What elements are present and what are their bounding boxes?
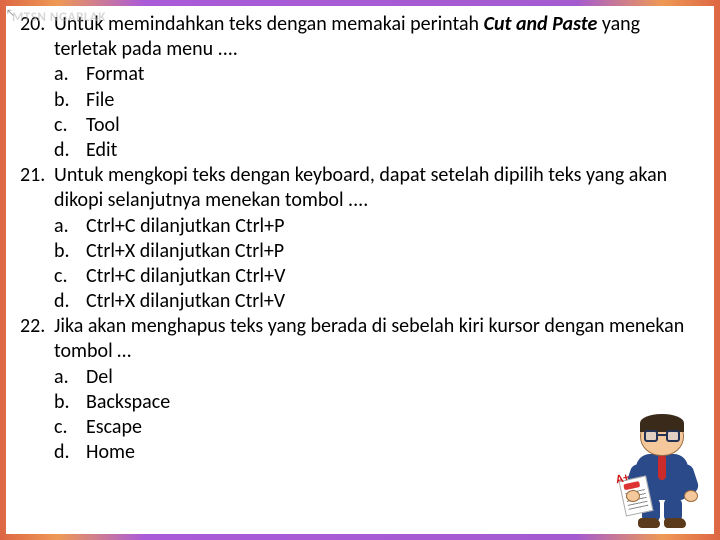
- option-letter: b.: [54, 239, 86, 264]
- option-row: b.File: [54, 88, 700, 113]
- option-letter: a.: [54, 62, 86, 87]
- option-row: c.Escape: [54, 415, 700, 440]
- option-row: d.Ctrl+X dilanjutkan Ctrl+V: [54, 289, 700, 314]
- question-list: 20. Untuk memindahkan teks dengan memaka…: [20, 12, 700, 465]
- question-text: Jika akan menghapus teks yang berada di …: [54, 314, 700, 364]
- option-text: File: [86, 88, 700, 113]
- mascot-icon: A+: [622, 416, 702, 526]
- option-letter: d.: [54, 138, 86, 163]
- q20-text-emph: Cut and Paste: [484, 12, 598, 36]
- option-letter: c.: [54, 113, 86, 138]
- slide-inner: ↖ MTSN NGABLAK 20. Untuk memindahkan tek…: [6, 6, 714, 534]
- option-row: d.Home: [54, 440, 700, 465]
- question-22-options: a.Del b.Backspace c.Escape d.Home: [54, 365, 700, 466]
- option-text: Format: [86, 62, 700, 87]
- question-22: 22. Jika akan menghapus teks yang berada…: [20, 314, 700, 364]
- option-letter: c.: [54, 264, 86, 289]
- option-text: Ctrl+C dilanjutkan Ctrl+V: [86, 264, 700, 289]
- question-number: 21.: [20, 163, 54, 213]
- option-letter: c.: [54, 415, 86, 440]
- option-row: c.Ctrl+C dilanjutkan Ctrl+V: [54, 264, 700, 289]
- option-letter: b.: [54, 390, 86, 415]
- option-letter: a.: [54, 365, 86, 390]
- question-20-options: a.Format b.File c.Tool d.Edit: [54, 62, 700, 163]
- option-text: Edit: [86, 138, 700, 163]
- question-20: 20. Untuk memindahkan teks dengan memaka…: [20, 12, 700, 62]
- option-text: Backspace: [86, 390, 700, 415]
- option-row: b.Backspace: [54, 390, 700, 415]
- option-text: Tool: [86, 113, 700, 138]
- grade-badge: A+: [615, 471, 631, 487]
- question-21-options: a.Ctrl+C dilanjutkan Ctrl+P b.Ctrl+X dil…: [54, 214, 700, 315]
- option-row: b.Ctrl+X dilanjutkan Ctrl+P: [54, 239, 700, 264]
- question-text: Untuk mengkopi teks dengan keyboard, dap…: [54, 163, 700, 213]
- watermark-text: MTSN NGABLAK: [12, 10, 106, 25]
- option-text: Home: [86, 440, 700, 465]
- option-row: c.Tool: [54, 113, 700, 138]
- option-row: a.Format: [54, 62, 700, 87]
- option-text: Ctrl+C dilanjutkan Ctrl+P: [86, 214, 700, 239]
- option-text: Del: [86, 365, 700, 390]
- option-text: Escape: [86, 415, 700, 440]
- option-letter: b.: [54, 88, 86, 113]
- option-text: Ctrl+X dilanjutkan Ctrl+P: [86, 239, 700, 264]
- option-text: Ctrl+X dilanjutkan Ctrl+V: [86, 289, 700, 314]
- option-letter: a.: [54, 214, 86, 239]
- option-row: d.Edit: [54, 138, 700, 163]
- slide-frame: ↖ MTSN NGABLAK 20. Untuk memindahkan tek…: [0, 0, 720, 540]
- q20-text-pre: Untuk memindahkan teks dengan memakai pe…: [54, 12, 484, 36]
- option-letter: d.: [54, 440, 86, 465]
- question-21: 21. Untuk mengkopi teks dengan keyboard,…: [20, 163, 700, 213]
- option-row: a.Del: [54, 365, 700, 390]
- option-row: a.Ctrl+C dilanjutkan Ctrl+P: [54, 214, 700, 239]
- question-text: Untuk memindahkan teks dengan memakai pe…: [54, 12, 700, 62]
- question-number: 22.: [20, 314, 54, 364]
- option-letter: d.: [54, 289, 86, 314]
